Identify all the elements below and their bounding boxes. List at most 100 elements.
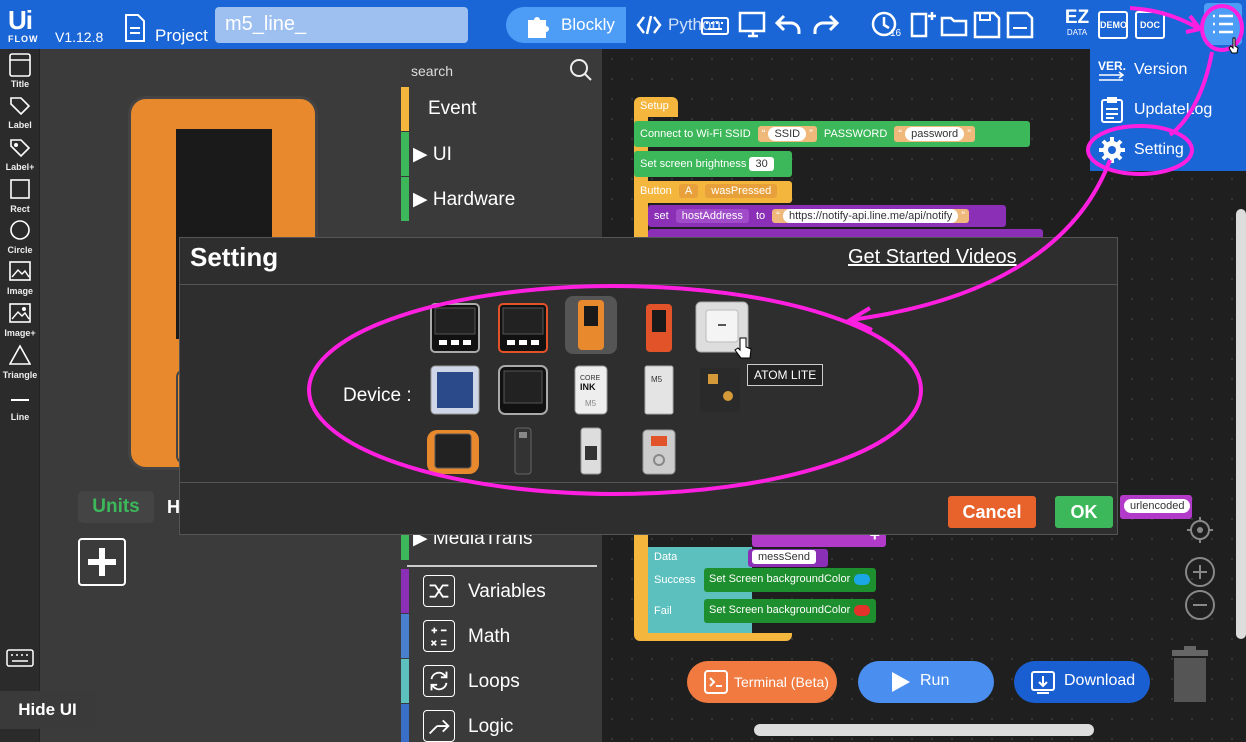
urlencoded-block[interactable]: urlencoded [1120,495,1192,519]
tool-image[interactable]: Image [0,260,40,296]
category-math[interactable]: Math [401,614,597,658]
setup-block[interactable]: Setup [634,97,678,117]
horizontal-scrollbar[interactable] [754,724,1094,736]
device-option-timer-camera[interactable] [633,426,685,478]
device-option-tough[interactable] [425,426,481,478]
vertical-scrollbar[interactable] [1236,209,1246,639]
urlencoded-field[interactable]: urlencoded [1124,499,1191,513]
setup-block-end [634,633,792,641]
tool-title[interactable]: Title [0,53,40,89]
tool-rect-label: Rect [10,204,30,214]
category-ui[interactable]: ▶ UI [401,132,597,176]
category-name: Hardware [432,189,516,210]
device-option-coreink[interactable]: COREINK M5 [565,364,617,416]
success-color-swatch[interactable] [854,573,871,585]
add-unit-button[interactable] [78,538,126,586]
trash-icon[interactable] [1170,646,1210,704]
fail-bg-block[interactable]: Set Screen backgroundColor [704,599,876,623]
device-option-core[interactable] [429,302,481,354]
data-variable-block[interactable]: messSend [748,549,828,567]
category-loops[interactable]: Loops [401,659,597,703]
host-variable-dropdown[interactable]: hostAddress [675,209,749,223]
device-option-core2[interactable] [497,364,549,416]
search-icon[interactable] [569,58,593,82]
menu-item-updatelog[interactable]: UpdateLog [1090,91,1246,129]
menu-item-setting[interactable]: Setting [1090,131,1246,169]
ez-data-icon[interactable]: EZ DATA [1062,8,1092,40]
play-icon [892,672,910,692]
success-bg-block[interactable]: Set Screen backgroundColor [704,568,876,592]
category-event[interactable]: Event [401,87,597,131]
category-label: Math [468,626,511,647]
open-folder-icon[interactable] [940,10,970,40]
version-label: Version [1134,61,1188,78]
doc-icon[interactable]: DOC [1135,11,1165,39]
hide-ui-button[interactable]: Hide UI [0,691,95,729]
wifi-connect-block[interactable]: Connect to Wi-Fi SSID “ SSID ” PASSWORD … [634,121,1030,147]
save-icon[interactable] [972,10,1002,40]
units-button[interactable]: Units [78,491,154,523]
set-label: set [654,210,669,222]
save-as-icon[interactable] [1005,10,1035,40]
device-option-stickc[interactable] [565,296,617,354]
button-event-dropdown[interactable]: wasPressed [705,184,778,198]
brightness-block[interactable]: Set screen brightness 30 [634,151,792,177]
tool-label-plus[interactable]: Label+ [0,136,40,172]
logo-subtext: FLOW [8,34,39,44]
category-variables[interactable]: Variables [401,569,597,613]
circle-icon [10,220,30,240]
keyboard-icon[interactable] [6,649,34,667]
password-field[interactable]: password [905,127,965,141]
get-started-videos-link[interactable]: Get Started Videos [848,246,1017,269]
add-file-icon[interactable] [908,10,938,40]
data-variable-field[interactable]: messSend [752,550,816,564]
tool-rect[interactable]: Rect [0,178,40,214]
device-option-stamp-pico[interactable] [497,426,549,478]
keyboard-icon[interactable] [700,10,730,40]
menu-item-version[interactable]: VER. Version [1090,51,1246,89]
device-option-stickc-plus[interactable] [633,302,685,354]
download-label: Download [1064,672,1136,689]
title-icon [9,53,31,77]
device-option-core-gray[interactable] [497,302,549,354]
undo-icon[interactable] [774,10,804,40]
cancel-button[interactable]: Cancel [948,496,1036,528]
button-event-block[interactable]: Button A wasPressed [634,181,792,203]
zoom-in-icon[interactable] [1184,556,1216,588]
download-icon [1031,671,1055,694]
host-url-field[interactable]: https://notify-api.line.me/api/notify [782,209,959,223]
set-host-block[interactable]: set hostAddress to “ https://notify-api.… [648,205,1006,227]
device-option-paper[interactable]: M5 [633,364,685,416]
category-label: Variables [468,581,546,602]
tool-triangle[interactable]: Triangle [0,344,40,380]
tool-image-plus[interactable]: Image+ [0,302,40,338]
logo-text: Ui [8,5,33,35]
tool-label[interactable]: Label [0,94,40,130]
demo-icon[interactable]: DEMO [1098,11,1128,39]
device-option-stamp-c3[interactable] [565,426,617,478]
redo-icon[interactable] [810,10,840,40]
search-input[interactable]: search [411,63,453,79]
download-button[interactable]: Download [1014,661,1150,703]
button-name-dropdown[interactable]: A [678,184,699,198]
blockly-mode-button[interactable]: Blockly [506,7,626,43]
fail-color-swatch[interactable] [854,604,871,616]
device-option-atom-echo[interactable] [694,364,746,416]
logic-icon [423,710,455,742]
menu-button[interactable] [1204,3,1242,45]
ok-button[interactable]: OK [1055,496,1113,528]
project-name-input[interactable]: m5_line_ [215,7,468,43]
tool-circle[interactable]: Circle [0,219,40,255]
device-screen-icon[interactable] [738,10,768,40]
zoom-out-icon[interactable] [1184,589,1216,621]
device-option-atom-matrix[interactable] [429,364,481,416]
recenter-icon[interactable] [1185,515,1215,545]
run-button[interactable]: Run [858,661,994,703]
category-logic[interactable]: Logic [401,704,597,742]
category-hardware[interactable]: ▶ Hardware [401,177,597,221]
brightness-value-field[interactable]: 30 [749,157,774,171]
ssid-field[interactable]: SSID [768,127,807,141]
terminal-button[interactable]: Terminal (Beta) [687,661,837,703]
tool-line[interactable]: Line [0,386,40,422]
device-tooltip: ATOM LITE [747,364,824,386]
